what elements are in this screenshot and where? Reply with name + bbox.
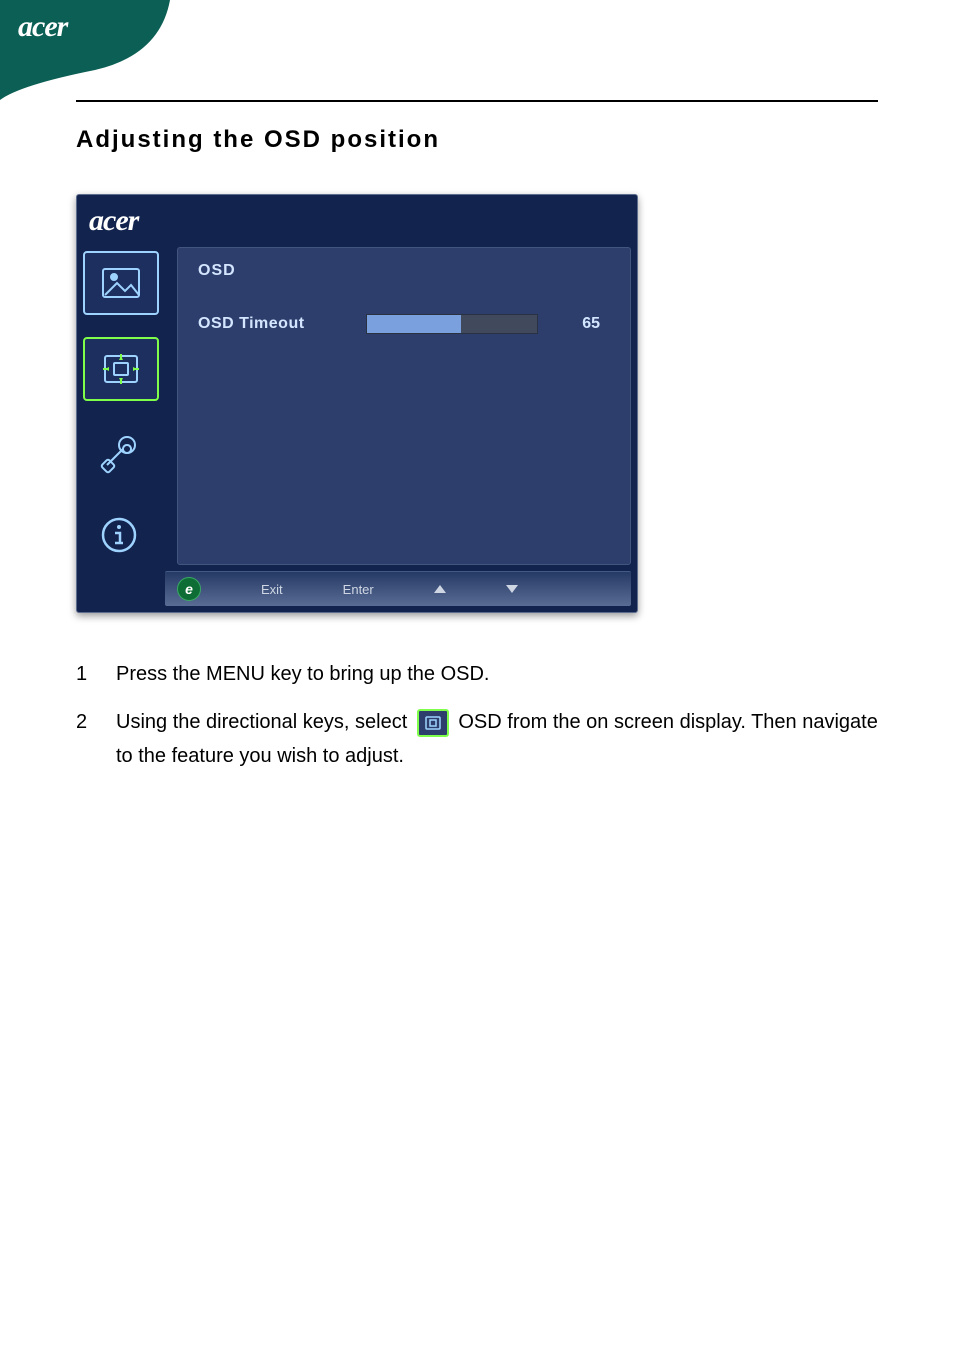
divider — [76, 100, 878, 102]
osd-timeout-value: 65 — [582, 315, 606, 333]
osd-panel: acer — [76, 194, 638, 613]
osd-footer-up[interactable] — [434, 585, 446, 593]
osd-footer-exit[interactable]: Exit — [261, 582, 283, 597]
tab-setting[interactable] — [83, 423, 155, 483]
triangle-up-icon — [434, 585, 446, 593]
osd-timeout-label: OSD Timeout — [198, 315, 338, 333]
osd-footer-down[interactable] — [506, 585, 518, 593]
step-1: 1 Press the MENU key to bring up the OSD… — [76, 657, 878, 691]
osd-header: acer — [77, 195, 637, 247]
tab-picture[interactable] — [83, 251, 159, 315]
osd-icon — [417, 709, 449, 737]
tab-information[interactable] — [83, 505, 155, 565]
empower-icon: e — [177, 577, 201, 601]
osd-timeout-row: OSD Timeout 65 — [198, 314, 606, 334]
osd-timeout-slider[interactable] — [366, 314, 538, 334]
osd-footer: e Exit Enter — [165, 571, 631, 606]
osd-footer-enter[interactable]: Enter — [343, 582, 374, 597]
instruction-list: 1 Press the MENU key to bring up the OSD… — [76, 657, 878, 773]
osd-tabs — [77, 247, 177, 571]
osd-main: OSD OSD Timeout 65 — [177, 247, 631, 565]
osd-brand-logo: acer — [89, 204, 138, 238]
osd-section-title: OSD — [198, 262, 606, 280]
brand-logo: acer — [18, 10, 67, 44]
page-heading: Adjusting the OSD position — [76, 126, 878, 154]
step-2: 2 Using the directional keys, select OSD… — [76, 705, 878, 773]
tab-osd[interactable] — [83, 337, 159, 401]
osd-timeout-fill — [367, 315, 461, 333]
triangle-down-icon — [506, 585, 518, 593]
osd-footer-empower[interactable]: e — [177, 577, 201, 601]
